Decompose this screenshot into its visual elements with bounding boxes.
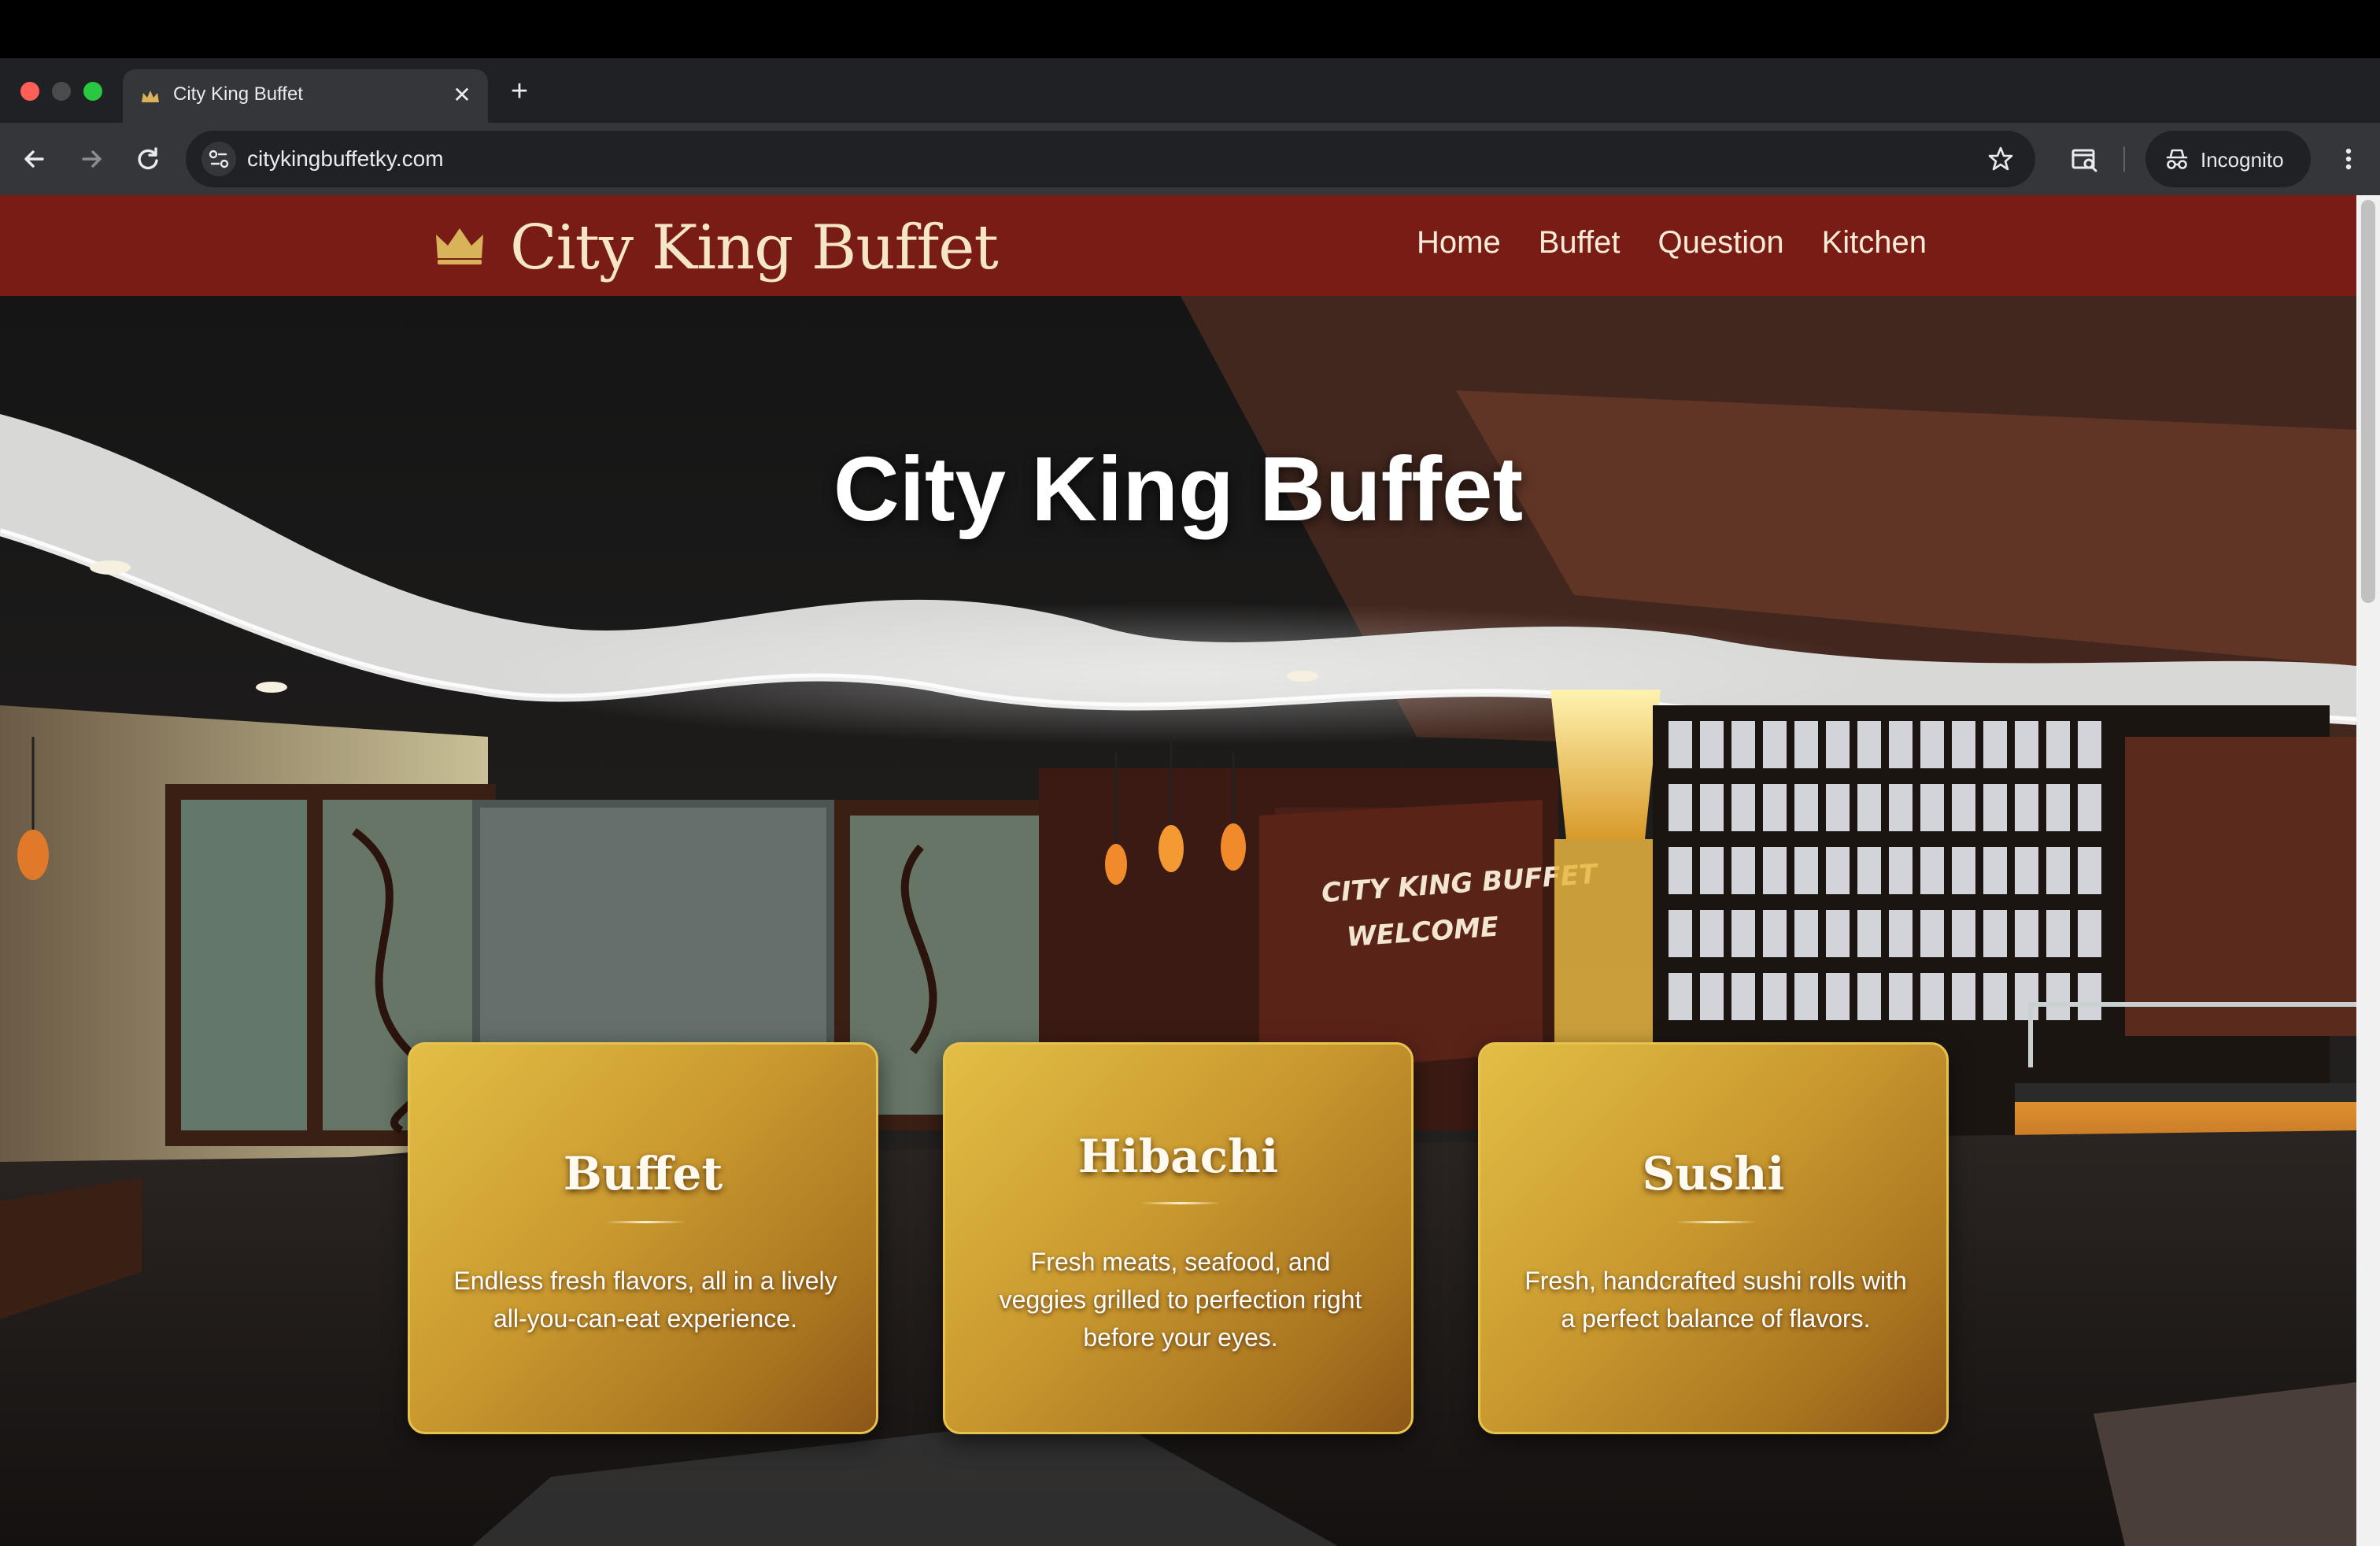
hibachi-card[interactable]: Hibachi Fresh meats, seafood, and veggie… bbox=[943, 1042, 1414, 1434]
incognito-icon bbox=[2163, 145, 2191, 173]
scrollbar-thumb[interactable] bbox=[2361, 200, 2375, 603]
close-window-button[interactable] bbox=[20, 82, 39, 101]
tab-search-icon[interactable] bbox=[2065, 140, 2103, 178]
nav-question[interactable]: Question bbox=[1658, 225, 1784, 261]
browser-toolbar: citykingbuffetky.com Incognito bbox=[0, 123, 2380, 195]
site-header: City King Buffet Home Buffet Question Ki… bbox=[0, 195, 2356, 296]
incognito-profile-button[interactable]: Incognito bbox=[2145, 131, 2311, 187]
card-divider bbox=[1676, 1221, 1756, 1223]
incognito-label: Incognito bbox=[2201, 148, 2284, 172]
screen-top-bar bbox=[0, 0, 2380, 58]
nav-kitchen[interactable]: Kitchen bbox=[1822, 225, 1927, 261]
page-scrollbar[interactable] bbox=[2356, 195, 2380, 1546]
card-description: Endless fresh flavors, all in a lively a… bbox=[453, 1267, 837, 1333]
buffet-card[interactable]: Buffet Endless fresh flavors, all in a l… bbox=[408, 1042, 878, 1434]
card-divider bbox=[1140, 1202, 1221, 1204]
site-logo-text[interactable]: City King Buffet bbox=[510, 213, 999, 283]
url-text[interactable]: citykingbuffetky.com bbox=[247, 146, 444, 172]
minimize-window-button[interactable] bbox=[52, 82, 71, 101]
browser-tab-strip: City King Buffet ✕ + bbox=[0, 58, 2380, 123]
maximize-window-button[interactable] bbox=[83, 82, 102, 101]
crown-icon bbox=[139, 85, 162, 109]
nav-home[interactable]: Home bbox=[1417, 225, 1501, 261]
browser-tab[interactable]: City King Buffet ✕ bbox=[123, 69, 488, 123]
kebab-menu-icon[interactable] bbox=[2330, 140, 2367, 178]
reload-icon[interactable] bbox=[129, 140, 167, 178]
card-description: Fresh meats, seafood, and veggies grille… bbox=[999, 1248, 1362, 1352]
tune-icon[interactable] bbox=[201, 142, 236, 176]
crown-icon bbox=[434, 225, 485, 266]
tab-title: City King Buffet bbox=[173, 83, 303, 105]
arrow-left-icon[interactable] bbox=[16, 140, 54, 178]
card-title: Sushi bbox=[1642, 1147, 1785, 1200]
card-description: Fresh, handcrafted sushi rolls with a pe… bbox=[1524, 1267, 1907, 1333]
main-nav: Home Buffet Question Kitchen bbox=[1417, 225, 1927, 261]
card-divider bbox=[605, 1221, 686, 1223]
close-tab-icon[interactable]: ✕ bbox=[449, 82, 475, 109]
star-icon[interactable] bbox=[1983, 142, 2018, 176]
page-viewport: City King Buffet Home Buffet Question Ki… bbox=[0, 195, 2380, 1546]
card-title: Buffet bbox=[563, 1147, 723, 1200]
arrow-right-icon[interactable] bbox=[72, 140, 110, 178]
address-bar[interactable]: citykingbuffetky.com bbox=[186, 131, 2035, 187]
nav-buffet[interactable]: Buffet bbox=[1539, 225, 1621, 261]
card-title: Hibachi bbox=[1077, 1130, 1279, 1183]
new-tab-button[interactable]: + bbox=[504, 76, 535, 107]
hero-section: CITY KING BUFFET WELCOME City King Buffe… bbox=[0, 296, 2356, 1546]
hero-title: City King Buffet bbox=[833, 438, 1524, 540]
toolbar-separator bbox=[2123, 146, 2125, 172]
sushi-card[interactable]: Sushi Fresh, handcrafted sushi rolls wit… bbox=[1478, 1042, 1949, 1434]
